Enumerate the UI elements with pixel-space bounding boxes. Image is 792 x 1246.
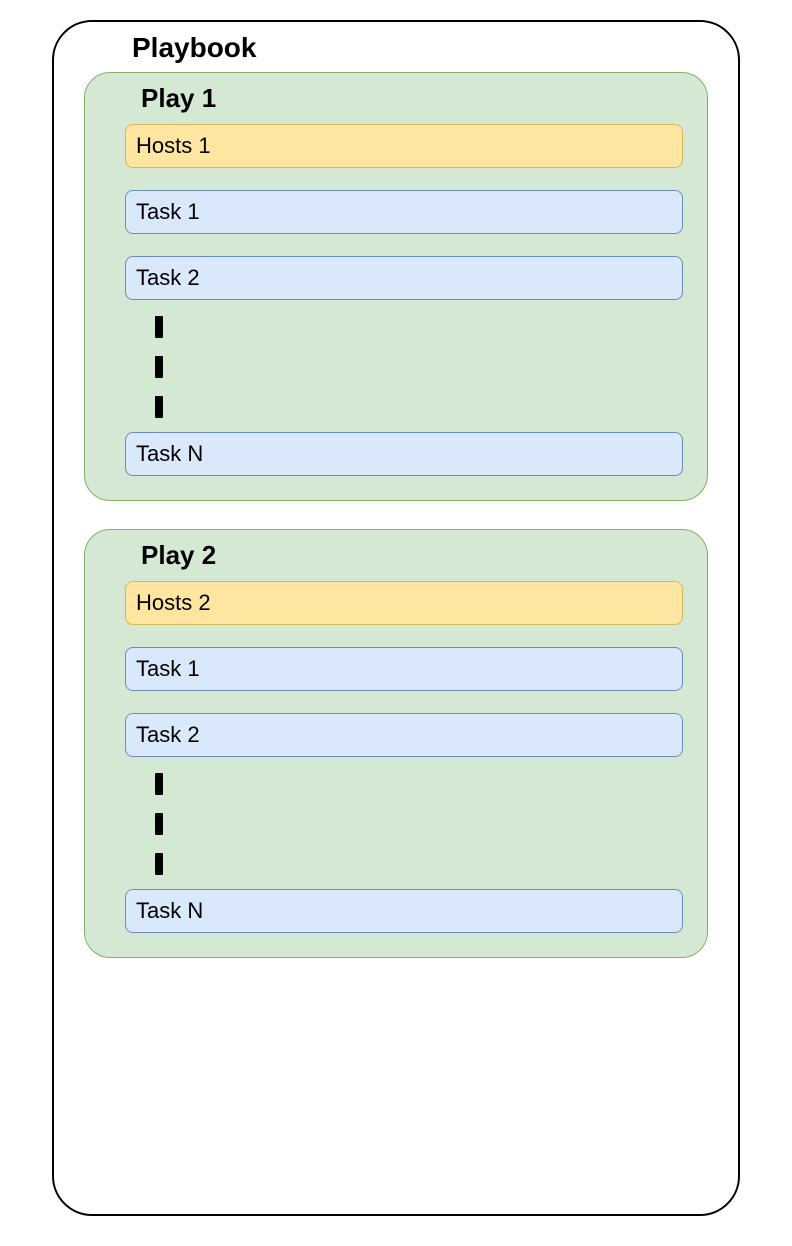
play-1-hosts: Hosts 1 — [125, 124, 683, 168]
ellipsis-dot — [155, 356, 163, 378]
play-1-task-1: Task 1 — [125, 190, 683, 234]
play-1-title: Play 1 — [125, 83, 683, 114]
ellipsis-dot — [155, 853, 163, 875]
play-2-task-1: Task 1 — [125, 647, 683, 691]
ellipsis-dot — [155, 773, 163, 795]
play-2-title: Play 2 — [125, 540, 683, 571]
play-2-task-n: Task N — [125, 889, 683, 933]
ellipsis-dot — [155, 813, 163, 835]
play-1-container: Play 1 Hosts 1 Task 1 Task 2 Task N — [84, 72, 708, 501]
play-2-task-2: Task 2 — [125, 713, 683, 757]
playbook-title: Playbook — [84, 32, 708, 64]
ellipsis-dot — [155, 396, 163, 418]
play-1-ellipsis — [125, 316, 683, 418]
play-1-task-n: Task N — [125, 432, 683, 476]
play-1-task-2: Task 2 — [125, 256, 683, 300]
play-2-hosts: Hosts 2 — [125, 581, 683, 625]
ellipsis-dot — [155, 316, 163, 338]
playbook-container: Playbook Play 1 Hosts 1 Task 1 Task 2 Ta… — [52, 20, 740, 1216]
play-2-ellipsis — [125, 773, 683, 875]
play-2-container: Play 2 Hosts 2 Task 1 Task 2 Task N — [84, 529, 708, 958]
